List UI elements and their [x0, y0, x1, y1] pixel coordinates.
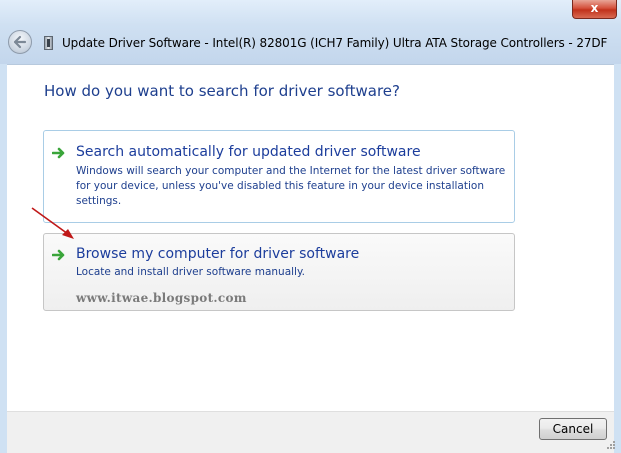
back-button[interactable] [8, 30, 32, 54]
option-title: Search automatically for updated driver … [76, 144, 421, 160]
close-icon: x [590, 1, 599, 15]
search-automatically-option[interactable]: Search automatically for updated driver … [43, 130, 515, 223]
cancel-button[interactable]: Cancel [539, 418, 607, 440]
option-description: Locate and install driver software manua… [76, 266, 306, 278]
window-title: Update Driver Software - Intel(R) 82801G… [62, 36, 608, 50]
back-arrow-icon [13, 35, 27, 49]
close-button[interactable]: x [572, 0, 617, 19]
red-annotation-arrow-icon [31, 207, 74, 239]
browse-computer-option[interactable]: Browse my computer for driver software L… [43, 233, 515, 311]
device-icon [44, 36, 53, 50]
page-heading: How do you want to search for driver sof… [44, 82, 400, 100]
resize-grip-icon[interactable] [606, 440, 616, 450]
option-title: Browse my computer for driver software [76, 246, 360, 262]
option-description: Windows will search your computer and th… [76, 165, 506, 207]
title-bar [0, 0, 621, 64]
green-arrow-icon [52, 249, 65, 261]
footer-bar [7, 411, 614, 453]
green-arrow-icon [52, 147, 65, 159]
watermark-text: www.itwae.blogspot.com [76, 291, 247, 305]
